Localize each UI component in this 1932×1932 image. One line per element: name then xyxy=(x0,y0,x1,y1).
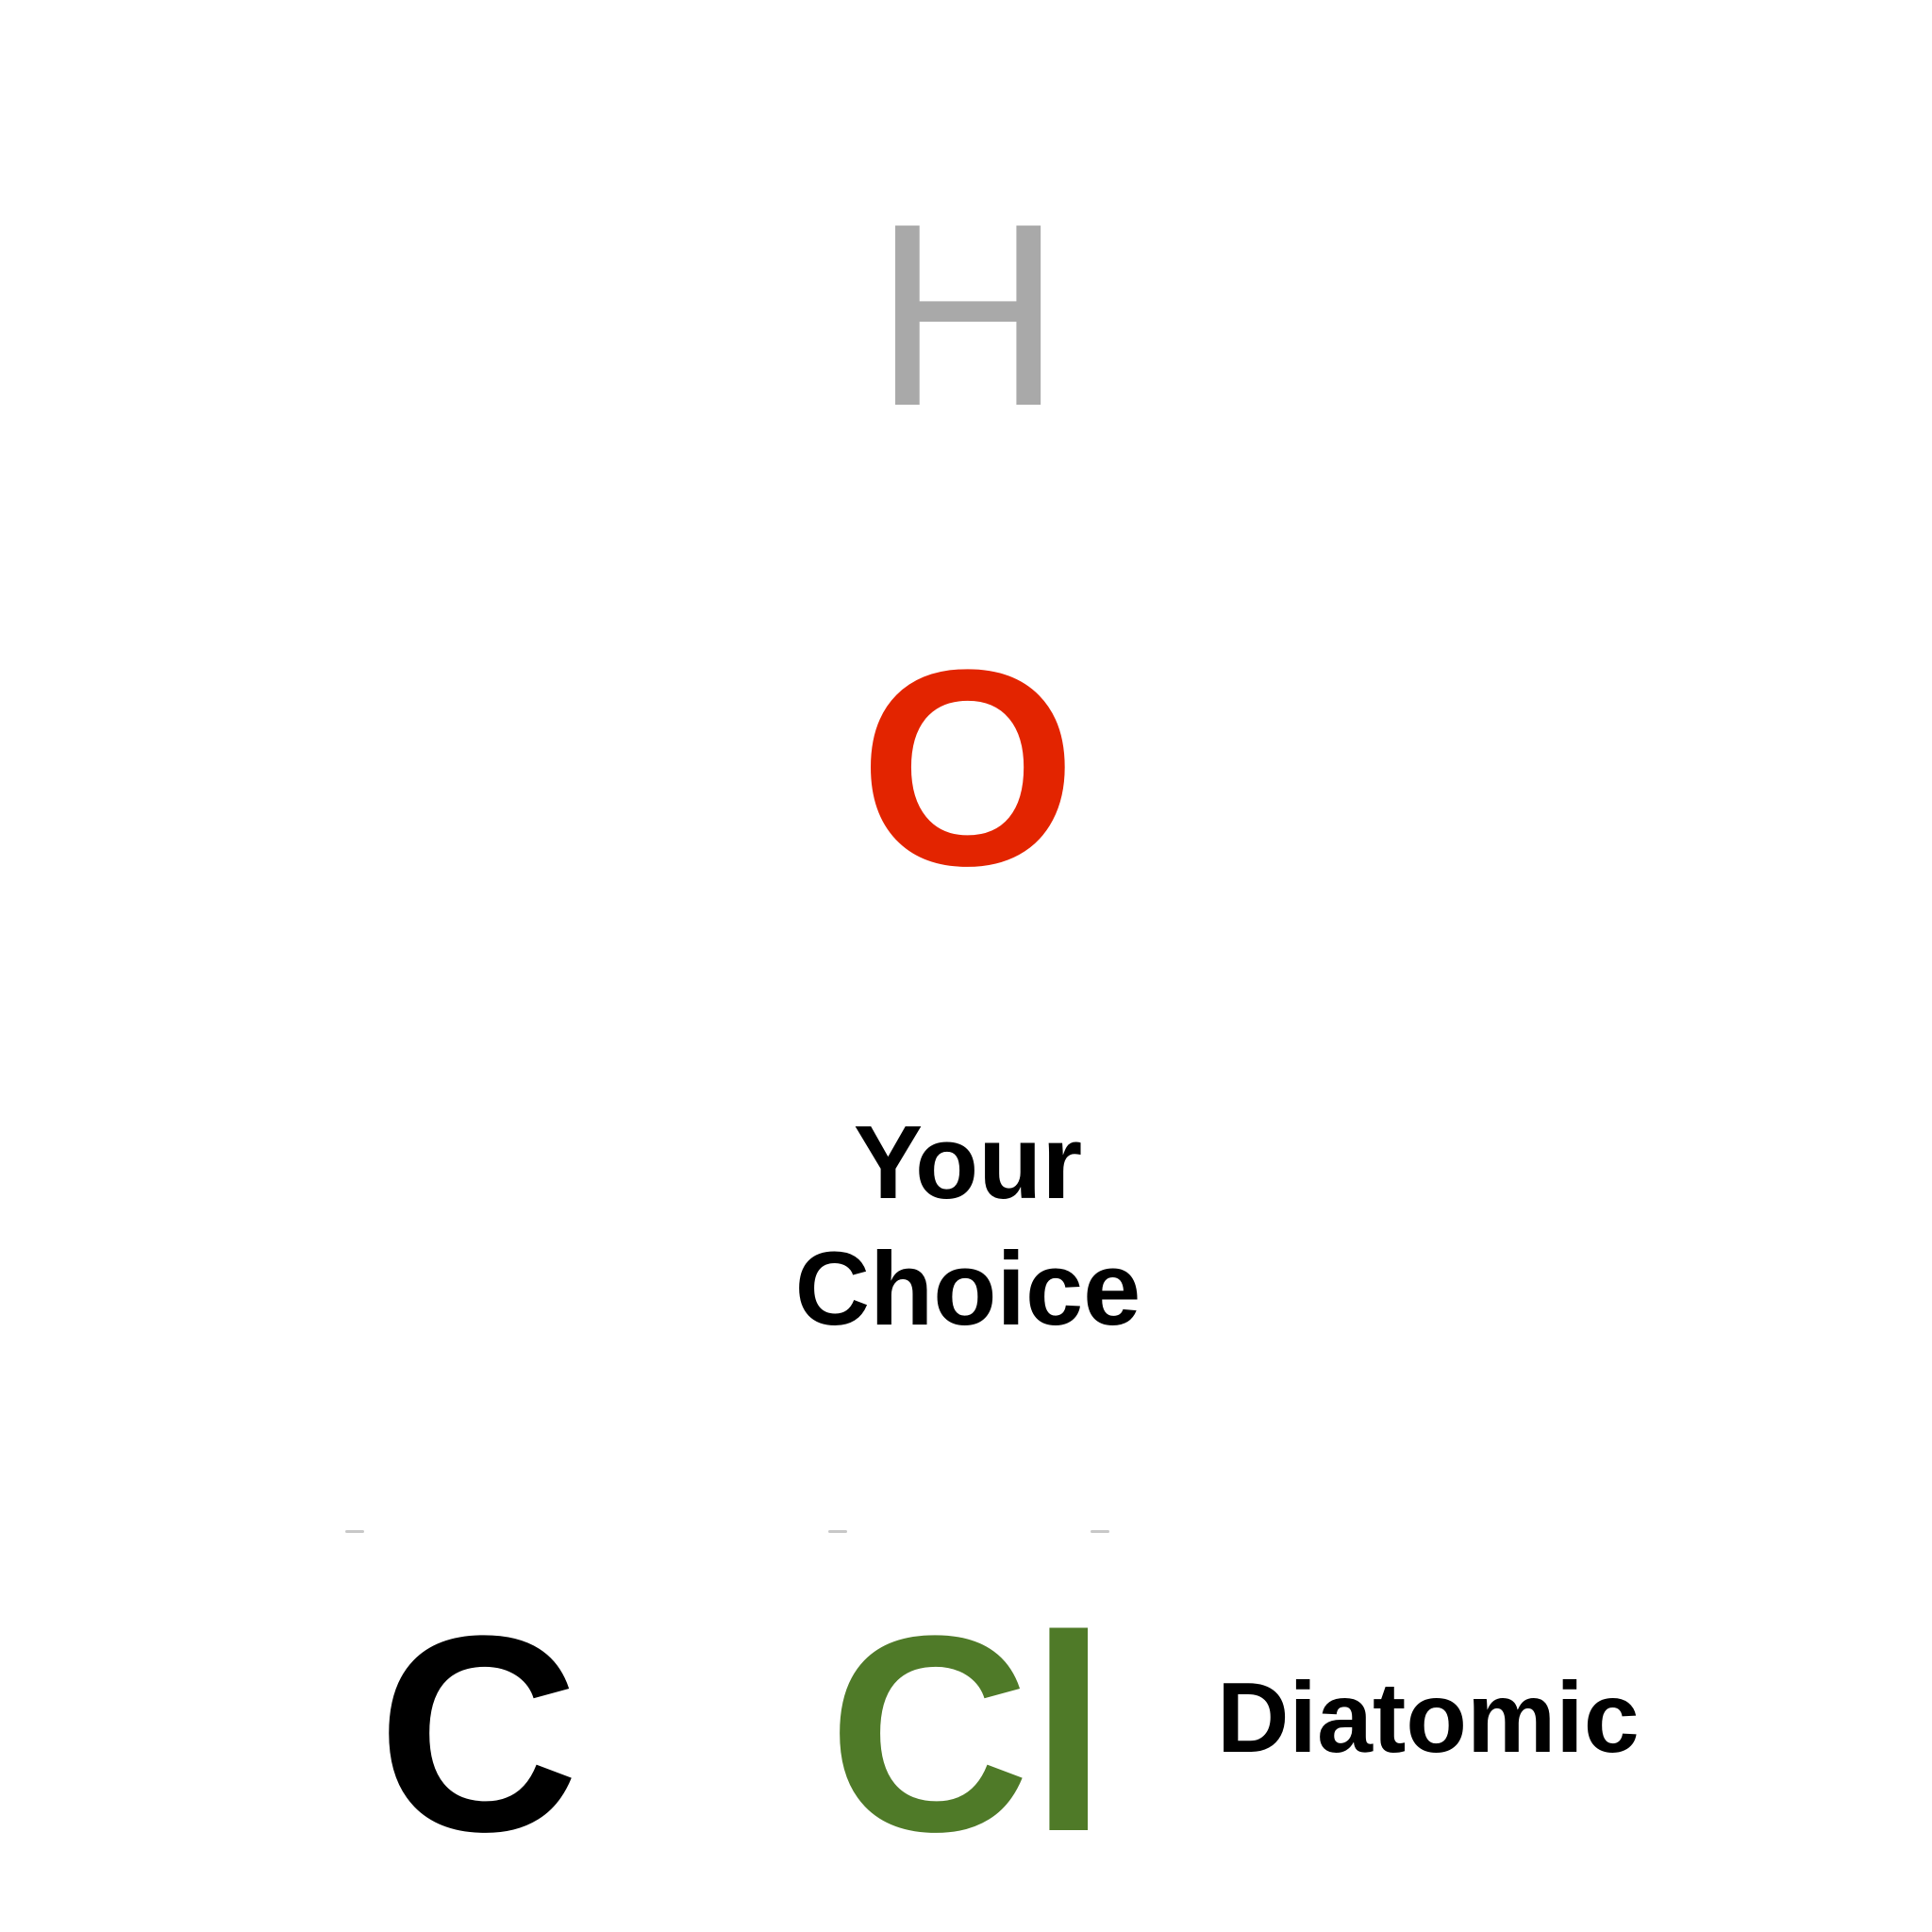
your-choice-label: Your Choice xyxy=(795,1100,1141,1353)
divider-tick-center xyxy=(828,1530,847,1533)
your-choice-line1: Your xyxy=(853,1105,1083,1221)
element-oxygen: O xyxy=(858,611,1077,924)
element-chlorine: Cl xyxy=(828,1577,1108,1890)
element-carbon: C xyxy=(377,1577,579,1890)
your-choice-line2: Choice xyxy=(794,1231,1141,1348)
divider-tick-right xyxy=(1091,1530,1109,1533)
element-hydrogen: H xyxy=(874,170,1062,460)
diatomic-label: Diatomic xyxy=(1217,1662,1640,1774)
divider-tick-left xyxy=(345,1530,364,1533)
